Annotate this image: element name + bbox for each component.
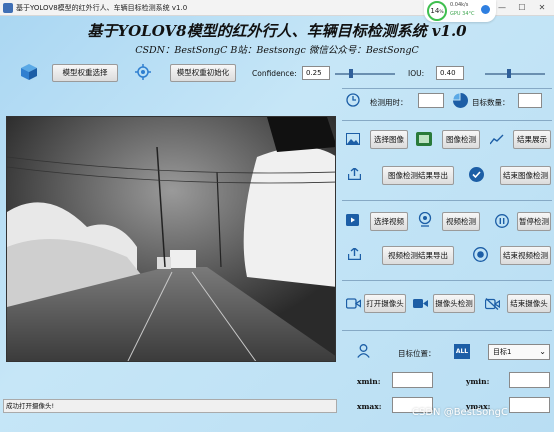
camera-detect-button[interactable]: 摄像头检测 [433, 294, 475, 313]
close-button[interactable]: ✕ [536, 2, 548, 13]
video-file-icon [346, 214, 359, 226]
gpu-temp: GPU 34°C [450, 11, 475, 17]
open-camera-button[interactable]: 打开摄像头 [364, 294, 406, 313]
ymax-field [509, 397, 550, 413]
detection-time-label: 检测用时： [370, 98, 408, 107]
end-video-detect-button[interactable]: 结束视频检测 [500, 246, 551, 265]
window-title: 基于YOLOV8模型的红外行人、车辆目标检测系统 v1.0 [16, 4, 188, 12]
model-init-button[interactable]: 模型权重初始化 [170, 64, 236, 82]
confidence-label: Confidence: [252, 69, 297, 78]
app-window: 基于YOLOV8模型的红外行人、车辆目标检测系统 v1.0 — ☐ ✕ 14% … [0, 0, 554, 432]
check-circle-icon [469, 167, 484, 182]
watermark: CSDN @BestSongC [412, 407, 508, 418]
target-select[interactable]: 目标1 ⌄ [488, 344, 550, 360]
overlay-icon [481, 5, 490, 14]
xmin-field [392, 372, 433, 388]
iou-slider-handle[interactable] [507, 69, 512, 78]
export-video-result-button[interactable]: 视频检测结果导出 [382, 246, 454, 265]
xmin-label: xmin: [357, 377, 381, 386]
cpu-percent-unit: % [439, 10, 444, 15]
detection-display [6, 116, 336, 362]
result-chart-icon [490, 134, 504, 145]
target-select-value: 目标1 [493, 348, 512, 356]
webcam-icon [418, 212, 432, 227]
xmax-label: xmax: [357, 402, 382, 411]
minimize-button[interactable]: — [496, 2, 508, 13]
export-icon [348, 248, 361, 260]
export-icon [348, 168, 361, 180]
pause-icon [495, 214, 509, 228]
divider [342, 200, 552, 201]
divider [342, 330, 552, 331]
confidence-slider-handle[interactable] [349, 69, 353, 78]
user-icon [357, 344, 370, 358]
status-bar: 成功打开摄像头! [3, 399, 337, 413]
cube-icon [21, 64, 37, 80]
show-result-button[interactable]: 结果展示 [513, 130, 551, 149]
iou-spinbox[interactable]: 0.40 [436, 66, 464, 80]
window-controls: — ☐ ✕ [496, 2, 548, 13]
confidence-spinbox[interactable]: 0.25 [302, 66, 330, 80]
model-select-button[interactable]: 模型权重选择 [52, 64, 118, 82]
target-position-label: 目标位置： [398, 349, 436, 358]
detection-time-field [418, 93, 444, 108]
select-image-button[interactable]: 选择图像 [370, 130, 408, 149]
infrared-frame-image [7, 117, 335, 361]
pause-detect-button[interactable]: 暂停检测 [517, 212, 551, 231]
video-camera-icon [413, 299, 428, 308]
ymin-field [509, 372, 550, 388]
page-subtitle: CSDN：BestSongC B站：Bestsongc 微信公众号：BestSo… [135, 45, 419, 56]
page-title: 基于YOLOV8模型的红外行人、车辆目标检测系统 v1.0 [87, 22, 467, 40]
maximize-button[interactable]: ☐ [516, 2, 528, 13]
divider [342, 280, 552, 281]
select-video-button[interactable]: 选择视频 [370, 212, 408, 231]
performance-overlay: 14% 0.04k/s GPU 34°C [424, 0, 496, 22]
target-count-field [518, 93, 542, 108]
app-icon [3, 3, 13, 13]
stop-circle-icon [473, 247, 488, 262]
close-camera-button[interactable]: 结束摄像头 [507, 294, 551, 313]
image-icon [346, 133, 360, 145]
ymin-label: ymin: [466, 377, 490, 386]
clock-icon [346, 93, 360, 107]
target-count-label: 目标数量： [472, 98, 510, 107]
video-detect-button[interactable]: 视频检测 [442, 212, 480, 231]
iou-label: IOU: [408, 69, 425, 78]
target-settings-icon[interactable] [135, 64, 151, 80]
cpu-ring: 14% [427, 1, 447, 21]
iou-slider[interactable] [485, 73, 545, 75]
divider [342, 120, 552, 121]
net-speed: 0.04k/s [450, 2, 469, 8]
image-detect-button[interactable]: 图像检测 [442, 130, 480, 149]
image-detect-icon [416, 132, 432, 146]
export-image-result-button[interactable]: 图像检测结果导出 [382, 166, 454, 185]
camera-icon [346, 298, 361, 309]
camera-off-icon [485, 298, 500, 310]
all-targets-badge: ALL [454, 344, 470, 359]
end-image-detect-button[interactable]: 结束图像检测 [500, 166, 551, 185]
chevron-down-icon: ⌄ [539, 347, 546, 356]
cpu-percent: 14 [430, 7, 440, 15]
pie-chart-icon [453, 93, 468, 108]
divider [342, 88, 552, 89]
confidence-slider[interactable] [335, 73, 395, 75]
